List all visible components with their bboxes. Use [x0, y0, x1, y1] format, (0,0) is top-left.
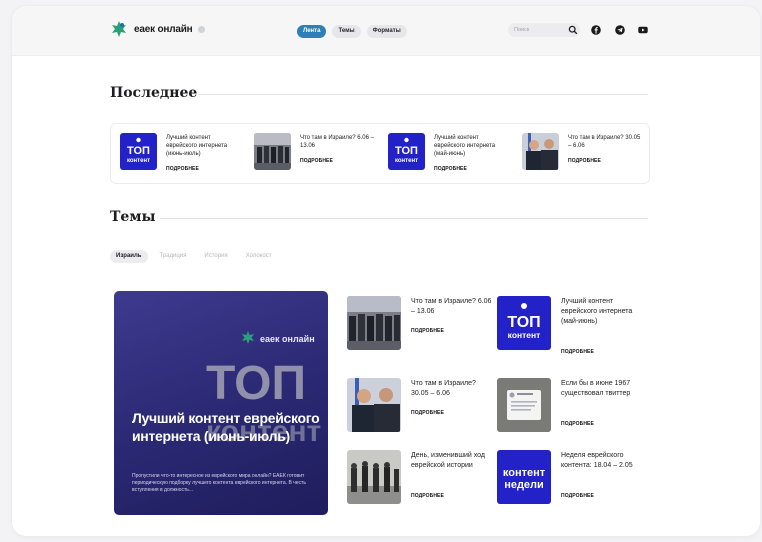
thumb-week-word: недели [504, 479, 544, 491]
topic-card[interactable]: Если бы в июне 1967 существовал твиттер … [497, 378, 647, 438]
topic-card-more-link[interactable]: ПОДРОБНЕЕ [561, 421, 594, 427]
thumb-week-content-word: контент [503, 467, 546, 479]
hero-title: Лучший контент еврейского интернета (июн… [132, 410, 320, 444]
topic-card-title: Если бы в июне 1967 существовал твиттер [561, 380, 631, 397]
hero-description: Пропустили что-то интересное из еврейско… [132, 473, 306, 493]
latest-item-title: Лучший контент еврейского интернета (май… [434, 135, 496, 157]
main-nav: Лента Темы Форматы [297, 25, 407, 38]
language-dot-icon[interactable] [198, 26, 205, 33]
topic-card-more-link[interactable]: ПОДРОБНЕЕ [561, 349, 594, 355]
topic-card[interactable]: контент недели Неделя еврейского контент… [497, 450, 647, 510]
latest-more-link[interactable]: ПОДРОБНЕЕ [166, 166, 199, 172]
latest-item[interactable]: ТОП контент Лучший контент еврейского ин… [120, 133, 245, 175]
hero-logo-mark-icon [242, 331, 254, 344]
nav-tab-feed[interactable]: Лента [297, 25, 327, 38]
topic-card-more-link[interactable]: ПОДРОБНЕЕ [411, 410, 444, 416]
facebook-icon[interactable] [591, 25, 601, 35]
topic-card-title: День, изменивший ход еврейской истории [411, 452, 485, 469]
nav-tab-topics[interactable]: Темы [332, 25, 361, 38]
page-frame: еаек онлайн Лента Темы Форматы Последнее [12, 6, 760, 536]
logo-mark-icon [112, 21, 126, 37]
politicians-photo-thumbnail [522, 133, 559, 170]
site-header: еаек онлайн Лента Темы Форматы [12, 6, 760, 56]
site-logo[interactable]: еаек онлайн [110, 20, 193, 38]
topic-card-title: Что там в Израиле? 30.05 – 6.06 [411, 380, 476, 397]
tweet-photo-thumbnail [497, 378, 551, 432]
topic-card-title: Что там в Израиле? 6.06 – 13.06 [411, 298, 492, 315]
topic-card-more-link[interactable]: ПОДРОБНЕЕ [411, 493, 444, 499]
topic-card-title: Лучший контент еврейского интернета (май… [561, 298, 633, 325]
latest-more-link[interactable]: ПОДРОБНЕЕ [434, 166, 467, 172]
chip-tradition[interactable]: Традиция [154, 250, 193, 263]
chip-holocaust[interactable]: Холокост [240, 250, 278, 263]
topic-card[interactable]: День, изменивший ход еврейской истории П… [347, 450, 497, 510]
hero-big-top-word: ТОП [206, 357, 306, 410]
topic-filter-chips: Израиль Традиция История Холокост [110, 250, 278, 263]
top-content-thumbnail: ТОП контент [388, 133, 425, 170]
thumb-content-word: контент [508, 330, 541, 340]
section-divider [160, 218, 648, 219]
telegram-icon[interactable] [615, 25, 625, 35]
latest-item-title: Лучший контент еврейского интернета (июн… [166, 135, 228, 157]
latest-item-title: Что там в Израиле? 6.06 – 13.06 [300, 135, 374, 149]
latest-item-title: Что там в Израиле? 30.05 – 6.06 [568, 135, 641, 149]
chip-history[interactable]: История [198, 250, 233, 263]
topic-card-title: Неделя еврейского контента: 18.04 – 2.05 [561, 452, 633, 469]
thumb-content-word: контент [127, 158, 150, 164]
chip-israel[interactable]: Израиль [110, 250, 148, 263]
topic-card[interactable]: Что там в Израиле? 30.05 – 6.06 ПОДРОБНЕ… [347, 378, 497, 438]
section-divider [198, 94, 648, 95]
thumb-top-word: ТОП [127, 145, 150, 157]
topics-section-title: Темы [110, 209, 156, 225]
topic-card[interactable]: Что там в Израиле? 6.06 – 13.06 ПОДРОБНЕ… [347, 296, 497, 356]
topic-card[interactable]: ТОП контент Лучший контент еврейского ин… [497, 296, 647, 356]
latest-item[interactable]: Что там в Израиле? 6.06 – 13.06 ПОДРОБНЕ… [254, 133, 379, 175]
latest-item[interactable]: ТОП контент Лучший контент еврейского ин… [388, 133, 513, 175]
soldiers-photo-thumbnail [347, 450, 401, 504]
hero-logo-text: еаек онлайн [260, 334, 315, 344]
politicians-photo-thumbnail [347, 378, 401, 432]
topic-card-more-link[interactable]: ПОДРОБНЕЕ [561, 493, 594, 499]
latest-more-link[interactable]: ПОДРОБНЕЕ [568, 158, 601, 164]
latest-item[interactable]: Что там в Израиле? 30.05 – 6.06 ПОДРОБНЕ… [522, 133, 647, 175]
week-content-thumbnail: контент недели [497, 450, 551, 504]
thumb-top-word: ТОП [507, 314, 540, 331]
knesset-photo-thumbnail [347, 296, 401, 350]
hero-article-card[interactable]: еаек онлайн ТОП контент Лучший контент е… [114, 291, 328, 515]
knesset-photo-thumbnail [254, 133, 291, 170]
youtube-icon[interactable] [638, 25, 648, 35]
latest-strip: ТОП контент Лучший контент еврейского ин… [110, 123, 650, 184]
search-icon[interactable] [568, 25, 578, 35]
nav-tab-formats[interactable]: Форматы [366, 25, 407, 38]
thumb-top-word: ТОП [395, 145, 418, 157]
logo-text: еаек онлайн [134, 23, 193, 35]
latest-section-title: Последнее [110, 85, 198, 101]
top-content-thumbnail: ТОП контент [120, 133, 157, 170]
latest-more-link[interactable]: ПОДРОБНЕЕ [300, 158, 333, 164]
topic-card-more-link[interactable]: ПОДРОБНЕЕ [411, 328, 444, 334]
thumb-content-word: контент [395, 158, 418, 164]
top-content-thumbnail: ТОП контент [497, 296, 551, 350]
